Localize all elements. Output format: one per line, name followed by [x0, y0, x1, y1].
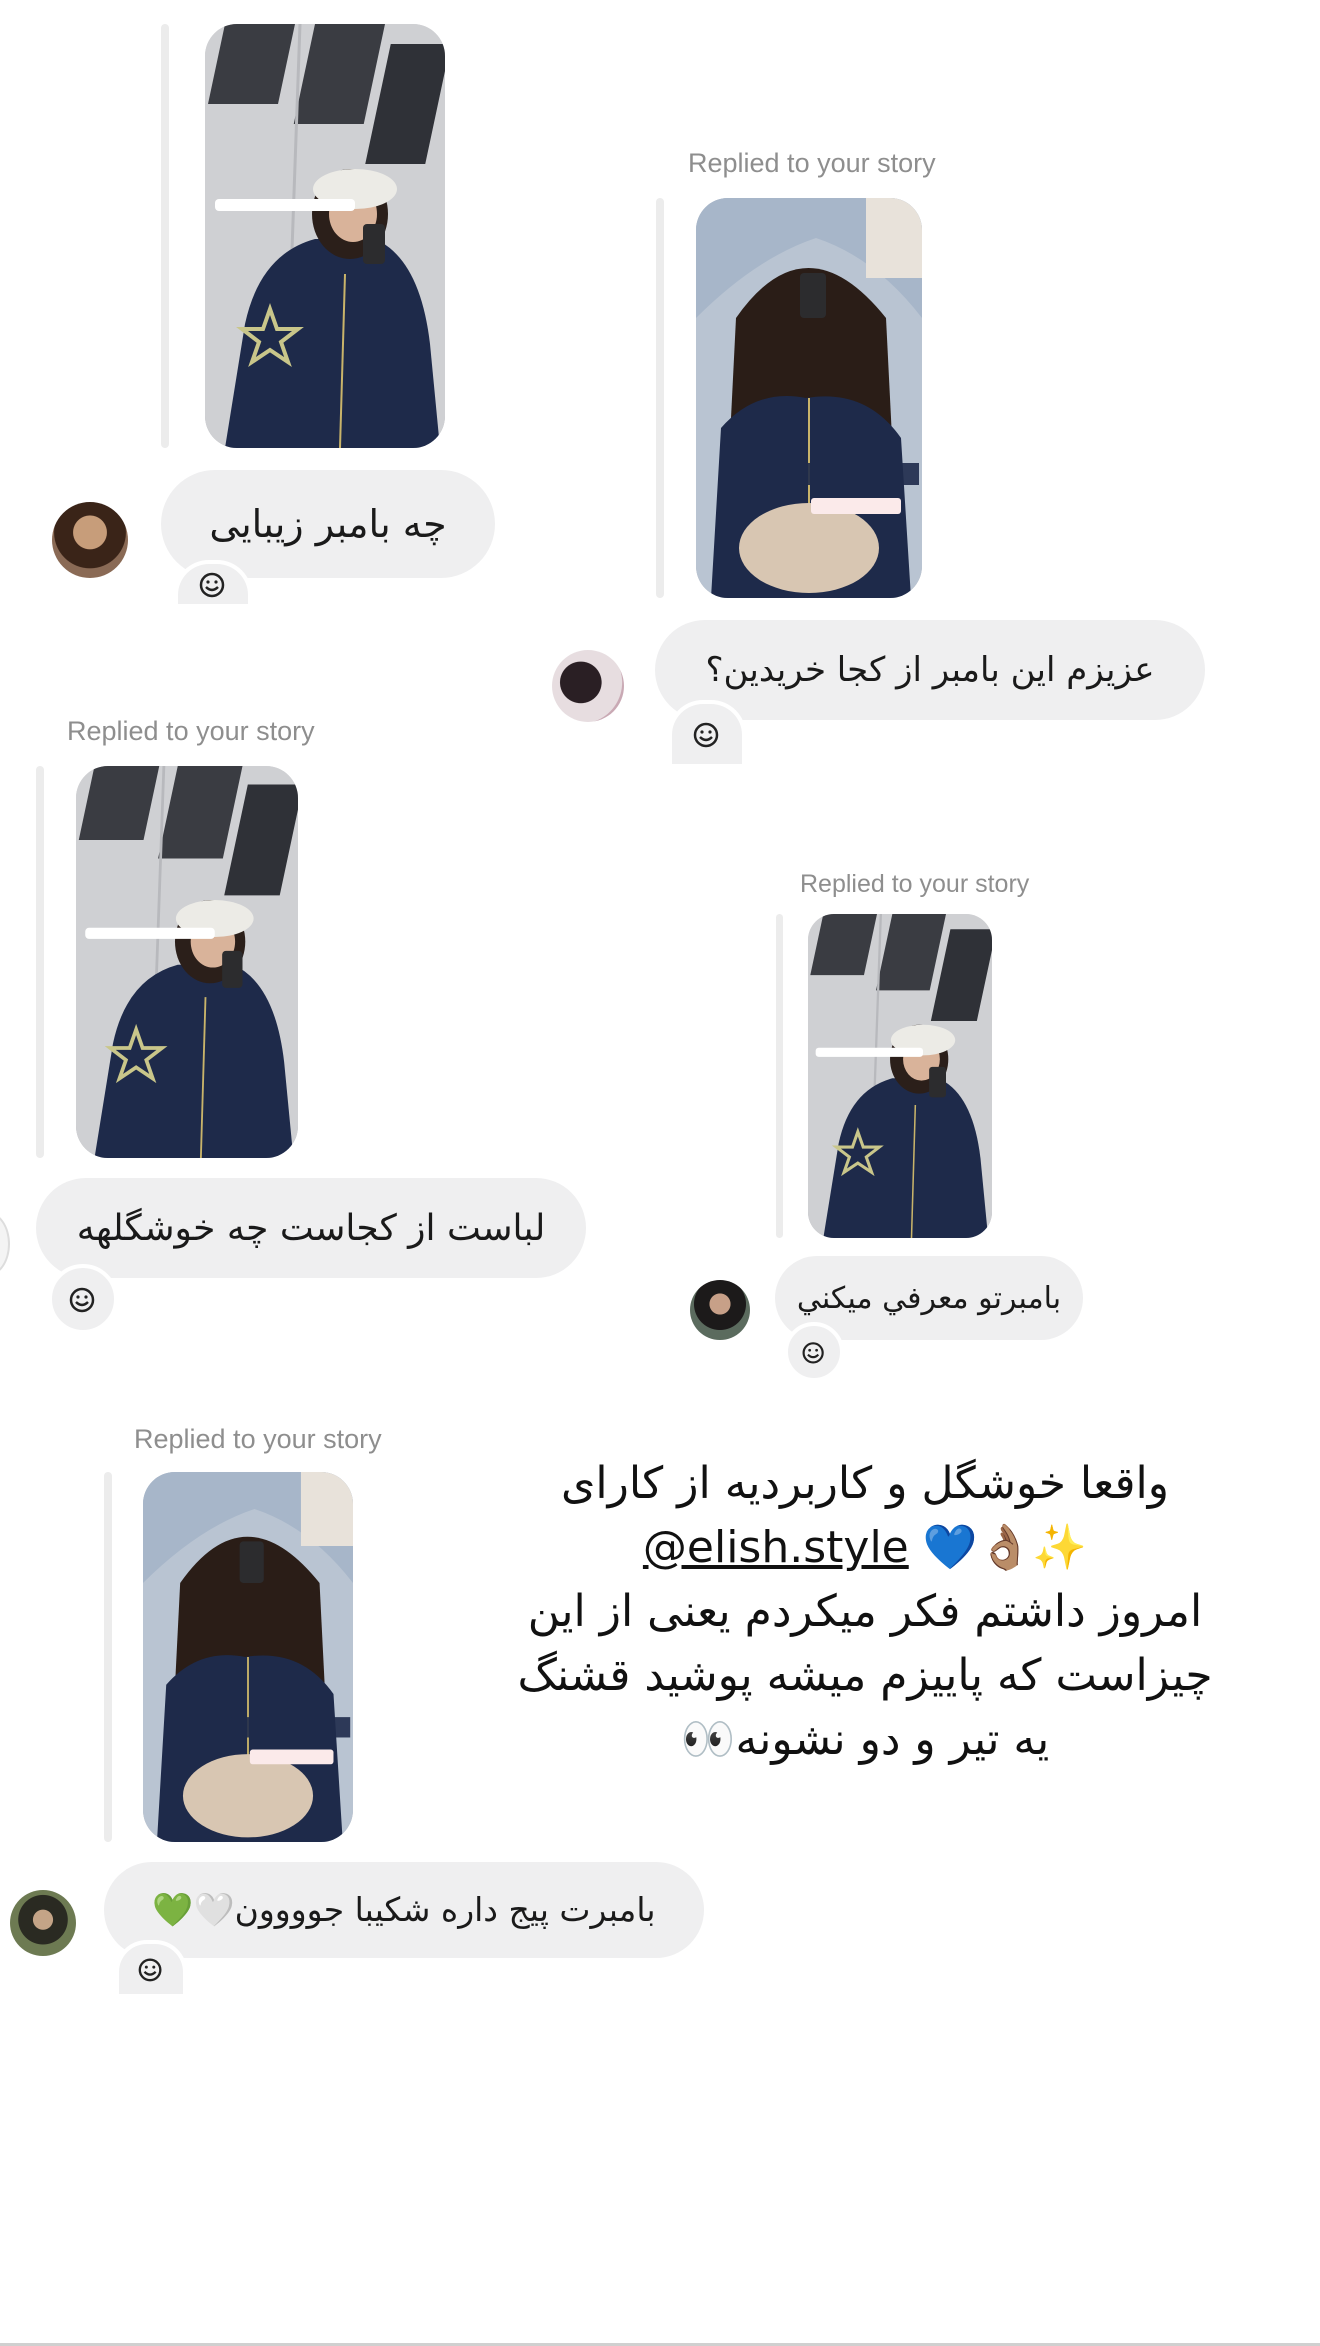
caption-line: @elish.style 💙👌🏽✨ — [480, 1516, 1250, 1580]
avatar[interactable] — [10, 1890, 76, 1956]
caption-line: واقعا خوشگل و کاربردیه از کارای — [560, 1458, 1170, 1509]
reply-bar — [161, 24, 169, 448]
story-thumbnail[interactable] — [143, 1472, 353, 1842]
story-image-salon — [143, 1472, 353, 1842]
mention-link[interactable]: @elish.style — [643, 1522, 909, 1573]
story-thumbnail[interactable] — [808, 914, 992, 1238]
add-reaction-button[interactable] — [48, 1264, 118, 1334]
add-reaction-icon — [69, 1287, 95, 1313]
reply-bar — [776, 914, 783, 1238]
avatar[interactable] — [552, 650, 624, 722]
message-text: بامبرتو معرفي ميكني — [796, 1280, 1062, 1316]
add-reaction-icon — [138, 1958, 162, 1982]
caption-emoji: 💙👌🏽✨ — [922, 1522, 1088, 1573]
reply-bar — [656, 198, 664, 598]
add-reaction-icon — [802, 1342, 824, 1364]
message-text: عزیزم این بامبر از کجا خریدین؟ — [705, 650, 1155, 690]
story-image-jacket — [205, 24, 445, 448]
message-text: لباست از کجاست چه خوشگلهه — [76, 1207, 546, 1249]
avatar[interactable] — [690, 1280, 750, 1340]
reply-bar — [104, 1472, 112, 1842]
story-image-jacket — [76, 766, 298, 1158]
story-thumbnail[interactable] — [76, 766, 298, 1158]
avatar[interactable] — [0, 1212, 10, 1276]
replied-to-story-label: Replied to your story — [800, 870, 1030, 898]
replied-to-story-label: Replied to your story — [67, 716, 315, 746]
add-reaction-icon — [199, 572, 225, 598]
story-caption: واقعا خوشگل و کاربردیه از کارای @elish.s… — [480, 1452, 1250, 1772]
replied-to-story-label: Replied to your story — [688, 148, 936, 178]
add-reaction-button[interactable] — [784, 1322, 844, 1382]
story-thumbnail[interactable] — [696, 198, 922, 598]
add-reaction-icon — [693, 722, 719, 748]
message-bubble[interactable]: عزیزم این بامبر از کجا خریدین؟ — [655, 620, 1205, 720]
add-reaction-button[interactable] — [668, 700, 746, 764]
message-text: بامبرت پیج داره شکیبا جوووون🤍💚 — [152, 1890, 656, 1929]
story-thumbnail[interactable] — [205, 24, 445, 448]
caption-line: امروز داشتم فکر میکردم یعنی از این — [527, 1586, 1203, 1637]
message-text: چه بامبر زیبایی — [209, 502, 447, 546]
caption-line: یه تیر و دو نشونه👀 — [680, 1714, 1050, 1765]
avatar[interactable] — [52, 502, 128, 578]
message-bubble[interactable]: بامبرت پیج داره شکیبا جوووون🤍💚 — [104, 1862, 704, 1958]
replied-to-story-label: Replied to your story — [134, 1424, 382, 1454]
reply-bar — [36, 766, 44, 1158]
story-image-salon — [696, 198, 922, 598]
add-reaction-button[interactable] — [115, 1940, 187, 1994]
story-image-jacket — [808, 914, 992, 1238]
caption-line: چیزاست که پاییزم میشه پوشید قشنگ — [517, 1650, 1213, 1701]
message-bubble[interactable]: لباست از کجاست چه خوشگلهه — [36, 1178, 586, 1278]
